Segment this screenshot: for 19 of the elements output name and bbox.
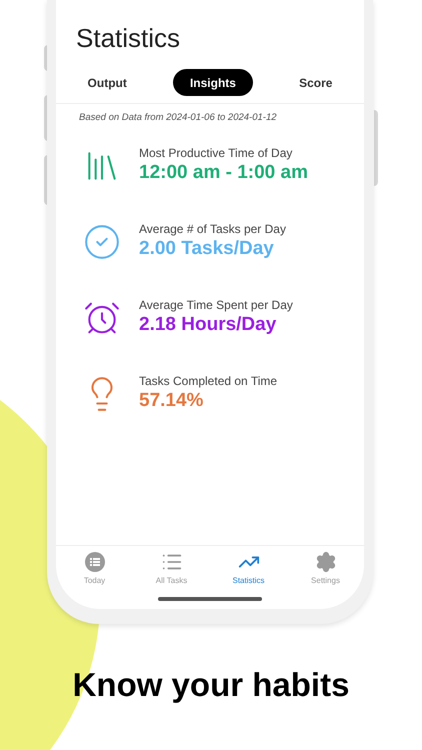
list-circle-icon: [84, 552, 104, 572]
stat-label: Average Time Spent per Day: [139, 298, 293, 314]
tab[interactable]: Score: [282, 69, 350, 96]
tab[interactable]: Output: [70, 69, 144, 96]
stat-label: Most Productive Time of Day: [139, 146, 294, 162]
tab[interactable]: Insights: [172, 69, 253, 96]
stat-label: Average # of Tasks per Day: [139, 222, 286, 238]
stat-value: 2.18 Hours/Day: [139, 313, 278, 338]
stat-value: 12:00 am - 1:00 am: [139, 161, 308, 186]
stat-value: 2.00 Tasks/Day: [139, 237, 275, 262]
screen-title: Statistics: [75, 22, 182, 55]
stat-label: Tasks Completed on Time: [139, 374, 278, 390]
stat-value: 57.14%: [139, 389, 204, 414]
tab-bar-item[interactable]: Settings: [296, 551, 356, 587]
tab-bar-item[interactable]: Statistics: [218, 551, 278, 587]
tab-bar-item[interactable]: All Tasks: [142, 551, 202, 587]
caption: Know your habits: [72, 665, 350, 705]
date-range-note: Based on Data from 2024-01-06 to 2024-01-12: [78, 111, 278, 125]
tab-bar-item[interactable]: Today: [64, 551, 124, 587]
